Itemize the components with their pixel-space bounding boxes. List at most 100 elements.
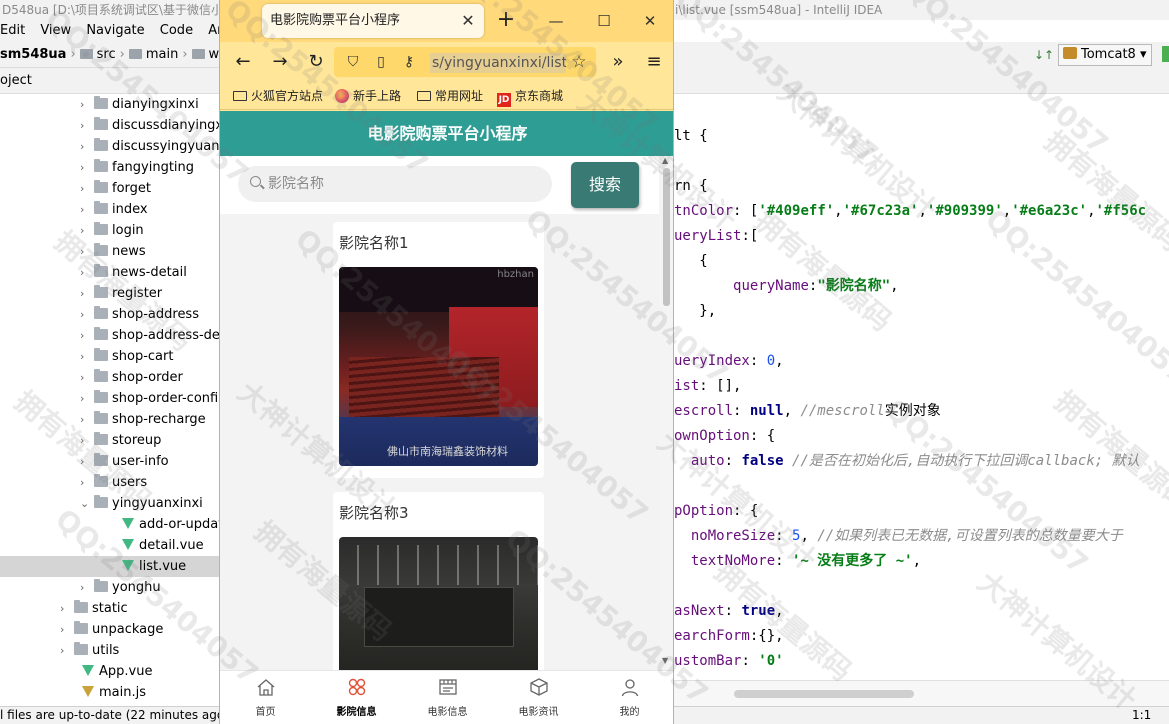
chevron-right-icon[interactable]: ›	[80, 157, 94, 178]
minimize-icon[interactable]: —	[544, 9, 568, 33]
shield-icon[interactable]: ⛉	[344, 53, 362, 71]
bookmark-item[interactable]: 火狐官方站点	[233, 82, 323, 110]
menu-view[interactable]: View	[40, 23, 71, 38]
browser-tab[interactable]: 电影院购票平台小程序 ✕	[262, 4, 484, 38]
search-input[interactable]	[268, 166, 538, 202]
tree-item[interactable]: › utils	[0, 640, 220, 661]
tree-item[interactable]: › unpackage	[0, 619, 220, 640]
menu-icon[interactable]: ≡	[642, 50, 666, 74]
menu-navigate[interactable]: Navigate	[86, 23, 144, 38]
scroll-up-icon[interactable]: ▲	[662, 156, 668, 165]
breadcrumb-main[interactable]: main	[146, 47, 178, 62]
bookmark-item[interactable]: JD 京东商城	[497, 82, 563, 110]
scroll-down-icon[interactable]: ▼	[662, 656, 668, 665]
chevron-right-icon[interactable]: ›	[80, 346, 94, 367]
menu-code[interactable]: Code	[160, 23, 193, 38]
chevron-right-icon[interactable]: ›	[80, 304, 94, 325]
tree-item[interactable]: list.vue	[0, 556, 220, 577]
cinema-image[interactable]: hbzhan 佛山市南海瑞鑫装饰材料	[339, 267, 538, 466]
tree-item[interactable]: › news-detail	[0, 262, 220, 283]
editor-horizontal-scrollbar[interactable]	[674, 680, 1169, 706]
chevron-right-icon[interactable]: ›	[80, 220, 94, 241]
tree-item[interactable]: › static	[0, 598, 220, 619]
back-icon[interactable]: ←	[231, 50, 255, 74]
run-config-select[interactable]: Tomcat8 ▾	[1058, 44, 1152, 66]
search-button[interactable]: 搜索	[571, 162, 639, 208]
scrollbar-thumb[interactable]	[734, 690, 914, 698]
menu-edit[interactable]: Edit	[0, 23, 25, 38]
tree-item[interactable]: › storeup	[0, 430, 220, 451]
chevron-right-icon[interactable]: ›	[80, 283, 94, 304]
tab-mine[interactable]: 我的	[584, 671, 673, 724]
tree-item[interactable]: › shop-cart	[0, 346, 220, 367]
tree-item[interactable]: › users	[0, 472, 220, 493]
tree-item[interactable]: › shop-order	[0, 367, 220, 388]
cursor-position[interactable]: 1:1	[1132, 707, 1151, 724]
chevron-right-icon[interactable]: ›	[80, 178, 94, 199]
tree-item[interactable]: › forget	[0, 178, 220, 199]
chevron-right-icon[interactable]: ›	[80, 325, 94, 346]
tree-item[interactable]: › user-info	[0, 451, 220, 472]
reload-icon[interactable]: ↻	[304, 50, 328, 74]
tree-item[interactable]: detail.vue	[0, 535, 220, 556]
tree-item[interactable]: › dianyingxinxi	[0, 94, 220, 115]
tree-item[interactable]: main.js	[0, 682, 220, 703]
tree-item[interactable]: › index	[0, 199, 220, 220]
search-field[interactable]	[238, 166, 552, 202]
tree-item[interactable]: › yonghu	[0, 577, 220, 598]
cinema-image[interactable]	[339, 537, 538, 670]
tree-item[interactable]: › discussdianyingxi	[0, 115, 220, 136]
window-close-icon[interactable]: ✕	[638, 9, 662, 33]
maximize-icon[interactable]: ☐	[592, 9, 616, 33]
chevron-down-icon[interactable]: ⌄	[80, 493, 94, 514]
tree-item[interactable]: › news	[0, 241, 220, 262]
tab-film-news[interactable]: 电影资讯	[493, 671, 584, 724]
tab-cinema-info[interactable]: 影院信息	[311, 671, 402, 724]
chevron-right-icon[interactable]: ›	[80, 94, 94, 115]
scrollbar-thumb[interactable]	[663, 168, 670, 306]
chevron-right-icon[interactable]: ›	[80, 367, 94, 388]
project-label[interactable]: oject	[0, 73, 32, 88]
chevron-right-icon[interactable]: ›	[80, 115, 94, 136]
breadcrumb-src[interactable]: src	[97, 47, 116, 62]
tree-item[interactable]: › login	[0, 220, 220, 241]
chevron-right-icon[interactable]: ›	[80, 409, 94, 430]
chevron-right-icon[interactable]: ›	[80, 388, 94, 409]
run-button[interactable]	[1162, 46, 1169, 62]
breadcrumb-project[interactable]: sm548ua	[0, 47, 66, 62]
page-icon[interactable]: ▯	[372, 53, 390, 71]
tree-item[interactable]: › fangyingting	[0, 157, 220, 178]
cinema-card[interactable]: 影院名称3	[333, 492, 544, 670]
bookmark-item[interactable]: 新手上路	[335, 82, 401, 110]
chevron-right-icon[interactable]: ›	[80, 199, 94, 220]
tree-item[interactable]: › shop-address	[0, 304, 220, 325]
chevron-right-icon[interactable]: ›	[80, 472, 94, 493]
tree-item[interactable]: › shop-recharge	[0, 409, 220, 430]
close-icon[interactable]: ✕	[458, 11, 478, 31]
url-bar[interactable]: ⛉ ▯ ⚷ s/yingyuanxinxi/list ☆	[334, 47, 596, 77]
bookmark-star-icon[interactable]: ☆	[570, 53, 588, 71]
tree-item[interactable]: › shop-order-confi	[0, 388, 220, 409]
cinema-card[interactable]: 影院名称1 hbzhan 佛山市南海瑞鑫装饰材料	[333, 222, 544, 478]
chevron-right-icon[interactable]: ›	[60, 640, 74, 661]
tree-item[interactable]: › register	[0, 283, 220, 304]
tab-film-info[interactable]: 电影信息	[402, 671, 493, 724]
tree-item[interactable]: › shop-address-de	[0, 325, 220, 346]
new-tab-icon[interactable]: +	[494, 9, 518, 33]
tab-home[interactable]: 首页	[220, 671, 311, 724]
code-editor[interactable]: lt {rn {tnColor: ['#409eff','#67c23a','#…	[674, 94, 1169, 680]
sort-icon[interactable]: ↓↑	[1034, 48, 1054, 62]
chevron-right-icon[interactable]: ›	[80, 430, 94, 451]
tree-item[interactable]: › discussyingyuanxi	[0, 136, 220, 157]
chevron-right-icon[interactable]: ›	[60, 598, 74, 619]
chevron-right-icon[interactable]: ›	[80, 451, 94, 472]
chevron-right-icon[interactable]: ›	[80, 577, 94, 598]
tree-item[interactable]: App.vue	[0, 661, 220, 682]
chevron-right-icon[interactable]: ›	[60, 619, 74, 640]
tree-item[interactable]: ⌄ yingyuanxinxi	[0, 493, 220, 514]
key-icon[interactable]: ⚷	[400, 53, 418, 71]
chevron-right-icon[interactable]: ›	[80, 241, 94, 262]
page-scrollbar[interactable]: ▲ ▼	[659, 156, 673, 670]
tree-item[interactable]: add-or-updat	[0, 514, 220, 535]
chevron-right-icon[interactable]: ›	[80, 262, 94, 283]
